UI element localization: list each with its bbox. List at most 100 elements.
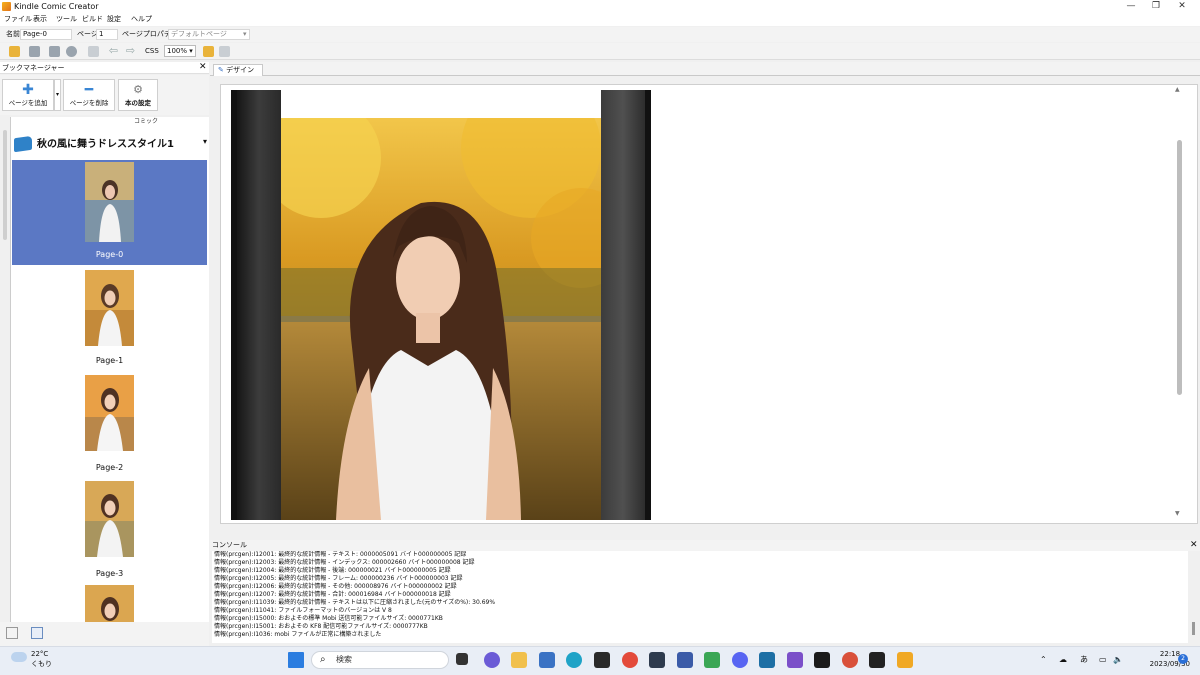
scroll-up-icon[interactable]: ▲ (1175, 86, 1180, 93)
gear-icon[interactable] (66, 46, 77, 57)
store-icon[interactable] (539, 652, 555, 668)
chevron-up-icon[interactable]: ⌃ (1040, 655, 1047, 665)
folder-icon[interactable] (511, 652, 527, 668)
frame-icon[interactable] (219, 46, 230, 57)
chevron-down-icon: ▾ (243, 30, 247, 38)
pencil-icon: ✎ (218, 66, 224, 74)
taskbar-search[interactable]: ⌕ 検索 (311, 651, 449, 669)
book-icon (14, 135, 32, 153)
add-page-dropdown[interactable]: ▾ (54, 79, 61, 111)
console-line: 情報(prcgen):I12006: 最終的な統計情報 - その他: 00000… (214, 583, 457, 590)
page-label: Page-2 (95, 463, 124, 472)
menu-file[interactable]: ファイル (4, 14, 32, 25)
page-item[interactable]: Page-1 (12, 264, 207, 369)
app-icon[interactable] (814, 652, 830, 668)
minus-icon: ━ (84, 82, 94, 98)
menu-build[interactable]: ビルド (82, 14, 103, 25)
weather-desc[interactable]: くもり (31, 660, 52, 669)
menu-view[interactable]: 表示 (33, 14, 47, 25)
page-field[interactable]: 1 (96, 29, 118, 40)
app-icon[interactable] (787, 652, 803, 668)
open-folder-icon[interactable] (9, 46, 20, 57)
app-icon[interactable] (759, 652, 775, 668)
lock-icon[interactable] (203, 46, 214, 57)
name-field[interactable]: Page-0 (20, 29, 72, 40)
book-settings-button[interactable]: ⚙ 本の設定 (118, 79, 158, 111)
chrome-icon[interactable] (842, 652, 858, 668)
weather-temp[interactable]: 22°C (31, 650, 48, 659)
page-thumbnail (85, 162, 134, 242)
page-image[interactable] (281, 118, 601, 520)
console-line: 情報(prcgen):I12003: 最終的な統計情報 - インデックス: 00… (214, 559, 475, 566)
console-line: 情報(prcgen):I12004: 最終的な統計情報 - 後端: 000000… (214, 567, 451, 574)
canvas-scrollbar[interactable] (1177, 140, 1182, 395)
preview-icon[interactable] (49, 46, 60, 57)
menu-bar: ファイル 表示 ツール ビルド 設定 ヘルプ (0, 13, 1200, 26)
kindle-comic-creator-icon[interactable] (897, 652, 913, 668)
frame-left-edge (237, 90, 281, 520)
redo-icon[interactable] (88, 46, 99, 57)
drive-icon[interactable] (704, 652, 720, 668)
css-button[interactable]: CSS (145, 47, 159, 56)
page-property-select[interactable]: デフォルトページ (168, 29, 250, 40)
console-line: 情報(prcgen):I11041: ファイルフォーマットのバージョンは V 8 (214, 607, 392, 614)
menu-settings[interactable]: 設定 (107, 14, 121, 25)
app-icon[interactable] (649, 652, 665, 668)
page-top-margin (281, 90, 601, 118)
maximize-button[interactable]: ❐ (1143, 0, 1169, 13)
discord-icon[interactable] (732, 652, 748, 668)
ime-indicator[interactable]: あ (1080, 655, 1088, 665)
close-button[interactable]: ✕ (1169, 0, 1195, 13)
app-icon[interactable] (677, 652, 693, 668)
console-header: コンソール ✕ (210, 540, 1200, 551)
menu-help[interactable]: ヘルプ (131, 14, 152, 25)
plus-icon: ✚ (22, 82, 34, 98)
page-item[interactable]: Page-2 (12, 371, 207, 476)
edge-icon[interactable] (566, 652, 582, 668)
book-node[interactable]: 秋の風に舞うドレススタイル1 ▾ (12, 134, 208, 156)
menu-tools[interactable]: ツール (56, 14, 77, 25)
volume-icon[interactable]: 🔈 (1113, 655, 1123, 665)
zoom-value: 100% (167, 47, 188, 55)
title-bar: Kindle Comic Creator — ❐ ✕ (0, 0, 1200, 13)
console-log: 情報(prcgen):I12001: 最終的な統計情報 - テキスト: 0000… (212, 551, 1188, 643)
windows-start-icon[interactable] (288, 652, 304, 668)
close-console-icon[interactable]: ✕ (1190, 540, 1198, 550)
arrow-left-icon[interactable]: ⇦ (108, 45, 119, 57)
page-item[interactable]: Page-3 (12, 477, 207, 582)
cloud-icon[interactable] (11, 652, 27, 662)
tree-scrollbar[interactable] (3, 130, 7, 240)
list-view-icon[interactable] (6, 627, 18, 639)
arrow-right-icon[interactable]: ⇨ (125, 45, 136, 57)
page-item[interactable]: Page-0 (12, 160, 207, 265)
console-line: 情報(prcgen):I15000: おおよその標準 Mobi 送信可能ファイル… (214, 615, 443, 622)
page-label: ページ (77, 30, 98, 38)
notification-badge[interactable]: 2 (1178, 654, 1188, 664)
page-thumbnail (85, 481, 134, 557)
close-panel-icon[interactable]: ✕ (199, 62, 207, 73)
camera-app-icon[interactable] (594, 652, 610, 668)
add-page-label: ページを追加 (8, 99, 48, 107)
display-icon[interactable]: ▭ (1099, 655, 1107, 665)
minimize-button[interactable]: — (1118, 0, 1144, 13)
thumbnail-view-icon[interactable] (31, 627, 43, 639)
console-line: 情報(prcgen):I12007: 最終的な統計情報 - 合計: 000016… (214, 591, 451, 598)
terminal-icon[interactable] (869, 652, 885, 668)
search-placeholder: 検索 (336, 655, 352, 664)
tab-design-label: デザイン (226, 66, 255, 74)
add-page-button[interactable]: ✚ ページを追加 (2, 79, 54, 111)
cloud-sync-icon[interactable]: ☁ (1059, 655, 1067, 665)
task-view-icon[interactable] (456, 653, 468, 665)
chrome-icon[interactable] (622, 652, 638, 668)
scroll-down-icon[interactable]: ▼ (1175, 510, 1180, 517)
book-settings-label: 本の設定 (125, 99, 151, 107)
book-title: 秋の風に舞うドレススタイル1 (37, 139, 174, 150)
chevron-down-icon: ▾ (203, 137, 208, 146)
zoom-select[interactable]: 100% ▾ (164, 45, 196, 57)
console-scrollbar[interactable] (1192, 622, 1195, 635)
tab-design[interactable]: ✎ デザイン (213, 64, 263, 76)
chat-icon[interactable] (484, 652, 500, 668)
page-layout-icon[interactable] (29, 46, 40, 57)
window-title: Kindle Comic Creator (14, 2, 99, 11)
delete-page-button[interactable]: ━ ページを削除 (63, 79, 115, 111)
